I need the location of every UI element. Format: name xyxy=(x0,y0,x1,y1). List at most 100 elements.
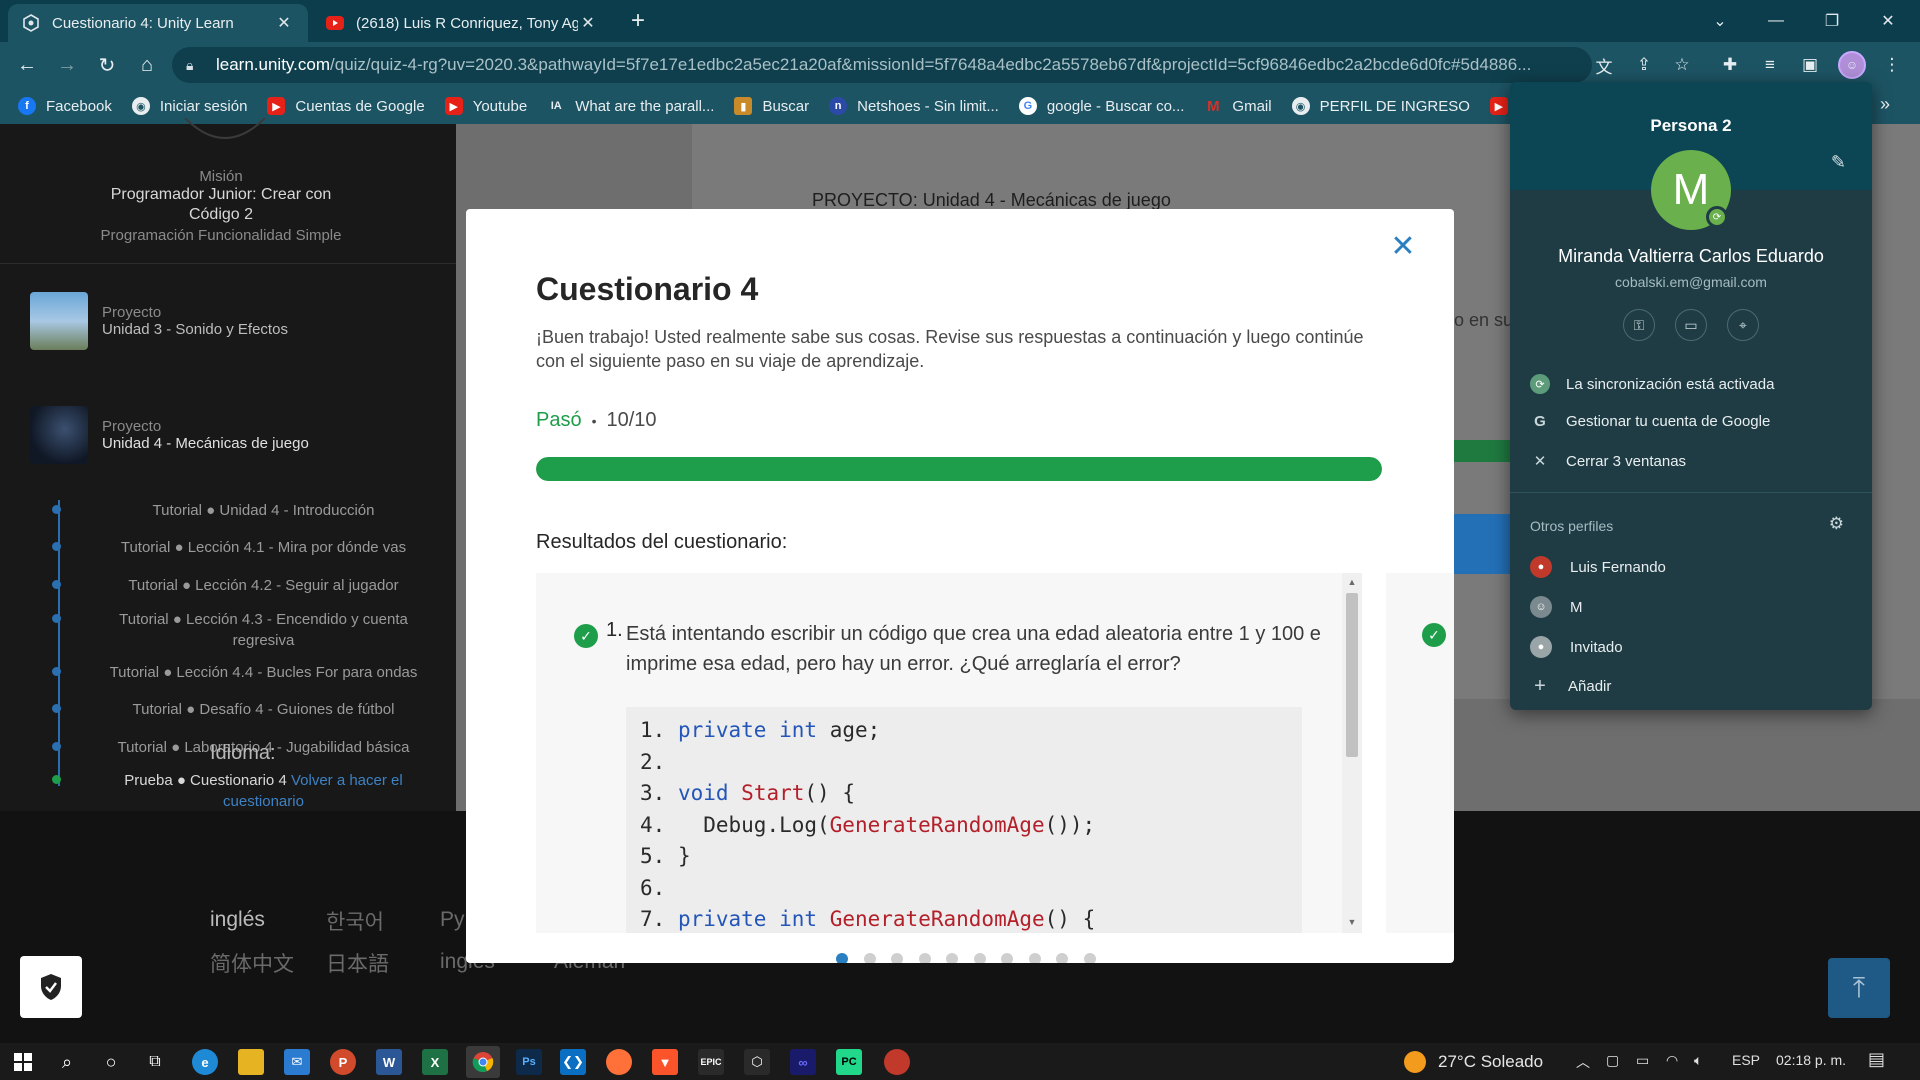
extensions-icon[interactable]: ✚ xyxy=(1716,51,1744,79)
close-modal-icon[interactable]: ✕ xyxy=(1386,229,1420,263)
close-window-button[interactable]: ✕ xyxy=(1860,0,1916,42)
brave-icon[interactable]: ▼ xyxy=(652,1049,678,1075)
tab-youtube[interactable]: (2618) Luis R Conriquez, Tony Ag ✕ xyxy=(312,4,612,42)
tutorial-item[interactable]: Tutorial ● Lección 4.3 - Encendido y cue… xyxy=(52,609,442,651)
photoshop-icon[interactable]: Ps xyxy=(516,1049,542,1075)
task-view-icon[interactable]: ⧉ xyxy=(142,1049,168,1075)
pagination-dot[interactable] xyxy=(891,953,903,963)
next-question-card[interactable]: ✓ xyxy=(1386,573,1454,933)
menu-kebab-icon[interactable]: ⋮ xyxy=(1878,51,1906,79)
sync-status-row[interactable]: ⟳ La sincronización está activada xyxy=(1530,374,1860,394)
key-icon[interactable]: ⚿ xyxy=(1623,309,1655,341)
network-device-icon[interactable]: ▢ xyxy=(1606,1052,1619,1069)
card-icon[interactable]: ▭ xyxy=(1675,309,1707,341)
word-icon[interactable]: W xyxy=(376,1049,402,1075)
chevron-up-icon[interactable]: ︿ xyxy=(1576,1052,1590,1072)
restore-button[interactable]: ❐ xyxy=(1804,0,1860,42)
mail-icon[interactable]: ✉ xyxy=(284,1049,310,1075)
language-option[interactable]: inglés xyxy=(210,908,265,932)
pycharm-icon[interactable]: PC xyxy=(836,1049,862,1075)
excel-icon[interactable]: X xyxy=(422,1049,448,1075)
bookmark-parallel[interactable]: IA What are the parall... xyxy=(547,97,715,115)
reload-icon[interactable]: ↻ xyxy=(92,50,122,80)
pagination-dot[interactable] xyxy=(1083,953,1096,963)
pagination-dot[interactable] xyxy=(1001,953,1013,963)
tutorial-item[interactable]: Tutorial ● Lección 4.4 - Bucles For para… xyxy=(52,662,442,683)
privacy-shield-button[interactable] xyxy=(20,956,82,1018)
profile-item-luis-fernando[interactable]: ● Luis Fernando xyxy=(1530,556,1860,578)
bookmark-star-icon[interactable]: ☆ xyxy=(1668,51,1696,79)
bookmark-buscar[interactable]: ▮ Buscar xyxy=(734,97,809,115)
pagination-dot[interactable] xyxy=(836,953,848,963)
tutorial-item[interactable]: Tutorial ● Unidad 4 - Introducción xyxy=(52,500,442,521)
clock[interactable]: 02:18 p. m. xyxy=(1776,1052,1846,1068)
edit-pencil-icon[interactable]: ✎ xyxy=(1831,152,1846,173)
wifi-icon[interactable]: ◠ xyxy=(1666,1052,1678,1069)
question-scrollbar[interactable]: ▲ ▼ xyxy=(1342,573,1362,933)
file-explorer-icon[interactable] xyxy=(238,1049,264,1075)
battery-icon[interactable]: ▭ xyxy=(1636,1052,1649,1069)
close-windows-row[interactable]: ✕ Cerrar 3 ventanas xyxy=(1530,451,1860,471)
close-tab-icon[interactable]: ✕ xyxy=(578,13,598,33)
pagination-dot[interactable] xyxy=(863,953,876,963)
profile-item-m[interactable]: ☺ M xyxy=(1530,596,1860,618)
home-icon[interactable]: ⌂ xyxy=(132,50,162,80)
tutorial-item[interactable]: Tutorial ● Lección 4.1 - Mira por dónde … xyxy=(52,537,442,558)
lock-icon[interactable]: 🔒︎ xyxy=(186,57,208,74)
tab-search-icon[interactable]: ⌄ xyxy=(1692,0,1748,42)
bookmark-iniciar-sesion[interactable]: ◉ Iniciar sesión xyxy=(131,97,247,115)
language-indicator[interactable]: ESP xyxy=(1732,1052,1760,1068)
close-tab-icon[interactable]: ✕ xyxy=(274,13,294,33)
profile-item-invitado[interactable]: ● Invitado xyxy=(1530,636,1860,658)
powerpoint-icon[interactable]: P xyxy=(330,1049,356,1075)
bookmark-google-search[interactable]: Ggoogle - Buscar co... xyxy=(1018,97,1184,115)
bookmark-facebook[interactable]: f Facebook xyxy=(18,97,112,115)
scroll-up-icon[interactable]: ▲ xyxy=(1346,577,1358,587)
language-option[interactable]: 日本語 xyxy=(326,948,389,978)
manage-account-row[interactable]: G Gestionar tu cuenta de Google xyxy=(1530,411,1860,431)
unity-hub-icon[interactable]: ⬡ xyxy=(744,1049,770,1075)
pagination-dot[interactable] xyxy=(1056,953,1068,963)
visual-studio-icon[interactable]: ∞ xyxy=(790,1049,816,1075)
firefox-icon[interactable] xyxy=(606,1049,632,1075)
pagination-dot[interactable] xyxy=(973,953,986,963)
forward-icon[interactable]: → xyxy=(52,50,82,80)
pagination-dot[interactable] xyxy=(918,953,931,963)
language-option[interactable]: 简体中文 xyxy=(210,948,294,978)
volume-icon[interactable]: 🔈︎ xyxy=(1694,1052,1702,1069)
mission-name[interactable]: Programador Junior: Crear con Código 2 xyxy=(101,185,341,225)
pagination-dot[interactable] xyxy=(946,953,958,963)
gear-icon[interactable]: ⚙ xyxy=(1829,514,1844,534)
media-icon[interactable]: ≡ xyxy=(1756,51,1784,79)
bookmark-netshoes[interactable]: n Netshoes - Sin limit... xyxy=(829,97,999,115)
share-icon[interactable]: ⇪ xyxy=(1630,51,1658,79)
new-tab-button[interactable]: + xyxy=(624,8,652,36)
search-icon[interactable]: ⌕ xyxy=(54,1049,80,1075)
language-option[interactable]: 한국어 xyxy=(326,906,384,936)
tutorial-item[interactable]: Tutorial ● Lección 4.2 - Seguir al jugad… xyxy=(52,575,442,596)
notifications-icon[interactable]: ▤ xyxy=(1868,1049,1885,1070)
add-profile-row[interactable]: + Añadir xyxy=(1530,675,1860,697)
more-bookmarks-icon[interactable]: » xyxy=(1880,94,1890,115)
translate-icon[interactable]: 文 xyxy=(1590,51,1618,79)
address-bar[interactable]: 🔒︎ learn.unity.com/quiz/quiz-4-rg?uv=202… xyxy=(172,47,1592,83)
scroll-down-icon[interactable]: ▼ xyxy=(1346,917,1358,927)
bookmark-perfil-ingreso[interactable]: ◉ PERFIL DE INGRESO xyxy=(1291,97,1470,115)
minimize-button[interactable]: — xyxy=(1748,0,1804,42)
side-panel-icon[interactable]: ▣ xyxy=(1796,51,1824,79)
project-item-unidad-4[interactable]: Proyecto Unidad 4 - Mecánicas de juego xyxy=(30,406,430,464)
profile-avatar-icon[interactable]: ☺ xyxy=(1838,51,1866,79)
cortana-icon[interactable]: ○ xyxy=(98,1049,124,1075)
bookmark-gmail[interactable]: M Gmail xyxy=(1204,97,1271,115)
tutorial-item[interactable]: Tutorial ● Desafío 4 - Guiones de fútbol xyxy=(52,699,442,720)
tab-unity-learn[interactable]: Cuestionario 4: Unity Learn ✕ xyxy=(8,4,308,42)
scroll-to-top-button[interactable]: ⤒ xyxy=(1828,958,1890,1018)
vscode-icon[interactable]: ❮❯ xyxy=(560,1049,586,1075)
back-icon[interactable]: ← xyxy=(12,50,42,80)
bookmark-cuentas-google[interactable]: ▶ Cuentas de Google xyxy=(267,97,425,115)
edge-icon[interactable]: e xyxy=(192,1049,218,1075)
language-option[interactable]: Ру xyxy=(440,908,465,932)
epic-games-icon[interactable]: EPIC xyxy=(698,1049,724,1075)
app-icon[interactable] xyxy=(884,1049,910,1075)
pagination-dot[interactable] xyxy=(1028,953,1041,963)
